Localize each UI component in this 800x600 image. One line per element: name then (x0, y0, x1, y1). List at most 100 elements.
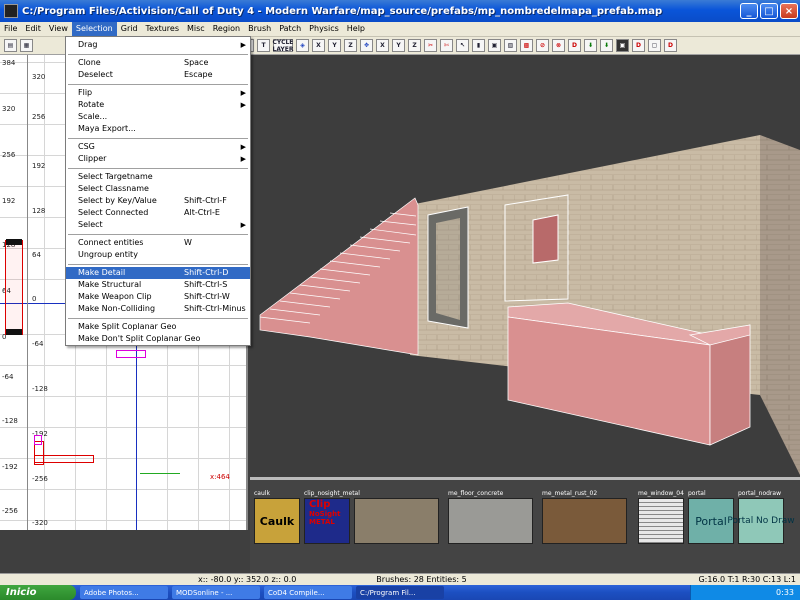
submenu-arrow-icon: ▶ (240, 101, 246, 109)
entity-outline[interactable] (116, 350, 146, 358)
globe-icon[interactable]: ◈ (296, 39, 309, 52)
menu-item-select-targetname[interactable]: Select Targetname (66, 171, 250, 183)
rotate-z-button[interactable]: Z (344, 39, 357, 52)
menu-view[interactable]: View (45, 22, 72, 36)
menu-item-select-classname[interactable]: Select Classname (66, 183, 250, 195)
path-line (140, 473, 180, 474)
task-photoshop[interactable]: Adobe Photos... (80, 586, 168, 599)
menu-item-label: Make Split Coplanar Geo (78, 322, 177, 331)
start-button[interactable]: Inicio (0, 585, 76, 600)
menu-brush[interactable]: Brush (244, 22, 275, 36)
menu-item-drag[interactable]: Drag ▶ (66, 39, 250, 51)
filter-icon[interactable]: ▩ (520, 39, 533, 52)
layer-icon[interactable]: ▣ (616, 39, 629, 52)
flip-x-button[interactable]: X (376, 39, 389, 52)
menu-shortcut: W (184, 238, 192, 247)
menu-item-select-connected[interactable]: Select Connected Alt-Ctrl-E (66, 207, 250, 219)
selected-brush[interactable] (5, 240, 23, 335)
stop-icon[interactable]: ⊗ (552, 39, 565, 52)
menu-patch[interactable]: Patch (275, 22, 305, 36)
menu-misc[interactable]: Misc (183, 22, 209, 36)
cycle-layer-button[interactable]: CYCLE LAYER (273, 39, 294, 53)
texture-rotate-icon[interactable]: T (257, 39, 270, 52)
detail-3-button[interactable]: D (664, 39, 677, 52)
menu-item-label: Ungroup entity (78, 250, 138, 259)
menu-item-clone[interactable]: Clone Space (66, 57, 250, 69)
brush-handle (6, 329, 22, 335)
menu-item-make-split-coplanar[interactable]: Make Split Coplanar Geo (66, 321, 250, 333)
menu-item-make-dont-split-coplanar[interactable]: Make Don't Split Coplanar Geo (66, 333, 250, 345)
detail-alt-button[interactable]: D (632, 39, 645, 52)
menu-selection[interactable]: Selection (71, 22, 117, 36)
texture-swatch (448, 498, 533, 544)
app-icon (4, 4, 18, 18)
grid-label: -64 (32, 340, 44, 348)
close-button[interactable]: × (780, 3, 798, 19)
menu-separator (68, 168, 248, 169)
texture-browser: caulk Caulk clip_nosight_metal Clip NoSi… (250, 477, 800, 573)
task-radiant[interactable]: C:/Program Fil... (356, 586, 444, 599)
menu-item-make-detail[interactable]: Make Detail Shift-Ctrl-D (66, 267, 250, 279)
menu-shortcut: Shift-Ctrl-S (184, 280, 228, 289)
menu-item-deselect[interactable]: Deselect Escape (66, 69, 250, 81)
menu-item-connect-entities[interactable]: Connect entities W (66, 237, 250, 249)
camera-icon[interactable]: ▣ (488, 39, 501, 52)
open-folder-icon[interactable]: ▤ (4, 39, 17, 52)
cube-icon[interactable]: ▢ (648, 39, 661, 52)
rotate-y-button[interactable]: Y (328, 39, 341, 52)
rotate-x-button[interactable]: X (312, 39, 325, 52)
lock-icon[interactable]: ▮ (472, 39, 485, 52)
menu-item-select[interactable]: Select ▶ (66, 219, 250, 231)
task-modsonline[interactable]: MODSonline - ... (172, 586, 260, 599)
menu-item-flip[interactable]: Flip ▶ (66, 87, 250, 99)
arrow-down-alt-icon[interactable]: ⬇ (600, 39, 613, 52)
maximize-button[interactable]: □ (760, 3, 778, 19)
menu-item-make-weapon-clip[interactable]: Make Weapon Clip Shift-Ctrl-W (66, 291, 250, 303)
menu-separator (68, 54, 248, 55)
ruler-label: 192 (2, 197, 16, 205)
grid-label: 320 (32, 73, 46, 81)
move-icon[interactable]: ✥ (360, 39, 373, 52)
submenu-arrow-icon: ▶ (240, 41, 246, 49)
menu-item-clipper[interactable]: Clipper ▶ (66, 153, 250, 165)
detail-button[interactable]: D (568, 39, 581, 52)
menu-item-select-key-value[interactable]: Select by Key/Value Shift-Ctrl-F (66, 195, 250, 207)
menu-shortcut: Shift-Ctrl-F (184, 196, 227, 205)
task-cod4-compile[interactable]: CoD4 Compile... (264, 586, 352, 599)
texture-swatch: Portal No Draw (727, 498, 795, 544)
menu-item-ungroup-entity[interactable]: Ungroup entity (66, 249, 250, 261)
menu-grid[interactable]: Grid (117, 22, 142, 36)
save-icon[interactable]: ▦ (20, 39, 33, 52)
staircase (259, 197, 419, 356)
menu-help[interactable]: Help (343, 22, 369, 36)
entity-icon[interactable]: ▧ (504, 39, 517, 52)
menu-item-maya-export[interactable]: Maya Export... (66, 123, 250, 135)
clock: 0:33 (776, 588, 794, 597)
flip-z-button[interactable]: Z (408, 39, 421, 52)
menu-item-scale[interactable]: Scale... (66, 111, 250, 123)
no-draw-icon[interactable]: ⊘ (536, 39, 549, 52)
camera-3d-viewport[interactable] (250, 55, 800, 477)
menu-item-make-structural[interactable]: Make Structural Shift-Ctrl-S (66, 279, 250, 291)
flip-y-button[interactable]: Y (392, 39, 405, 52)
grid-label: 0 (32, 295, 37, 303)
menu-separator (68, 84, 248, 85)
menu-item-make-non-colliding[interactable]: Make Non-Colliding Shift-Ctrl-Minus (66, 303, 250, 315)
menu-edit[interactable]: Edit (21, 22, 45, 36)
submenu-arrow-icon: ▶ (240, 89, 246, 97)
menu-item-rotate[interactable]: Rotate ▶ (66, 99, 250, 111)
csg-subtract-icon[interactable]: ✂ (424, 39, 437, 52)
entity-outline[interactable] (34, 435, 42, 445)
menu-physics[interactable]: Physics (305, 22, 343, 36)
select-icon[interactable]: ↖ (456, 39, 469, 52)
menu-region[interactable]: Region (209, 22, 244, 36)
texture-swatch (354, 498, 439, 544)
csg-merge-icon[interactable]: ✄ (440, 39, 453, 52)
arrow-down-icon[interactable]: ⬇ (584, 39, 597, 52)
menu-item-csg[interactable]: CSG ▶ (66, 141, 250, 153)
menu-shortcut: Escape (184, 70, 213, 79)
ruler-label: -192 (2, 463, 18, 471)
menu-file[interactable]: File (0, 22, 21, 36)
minimize-button[interactable]: _ (740, 3, 758, 19)
menu-textures[interactable]: Textures (142, 22, 183, 36)
